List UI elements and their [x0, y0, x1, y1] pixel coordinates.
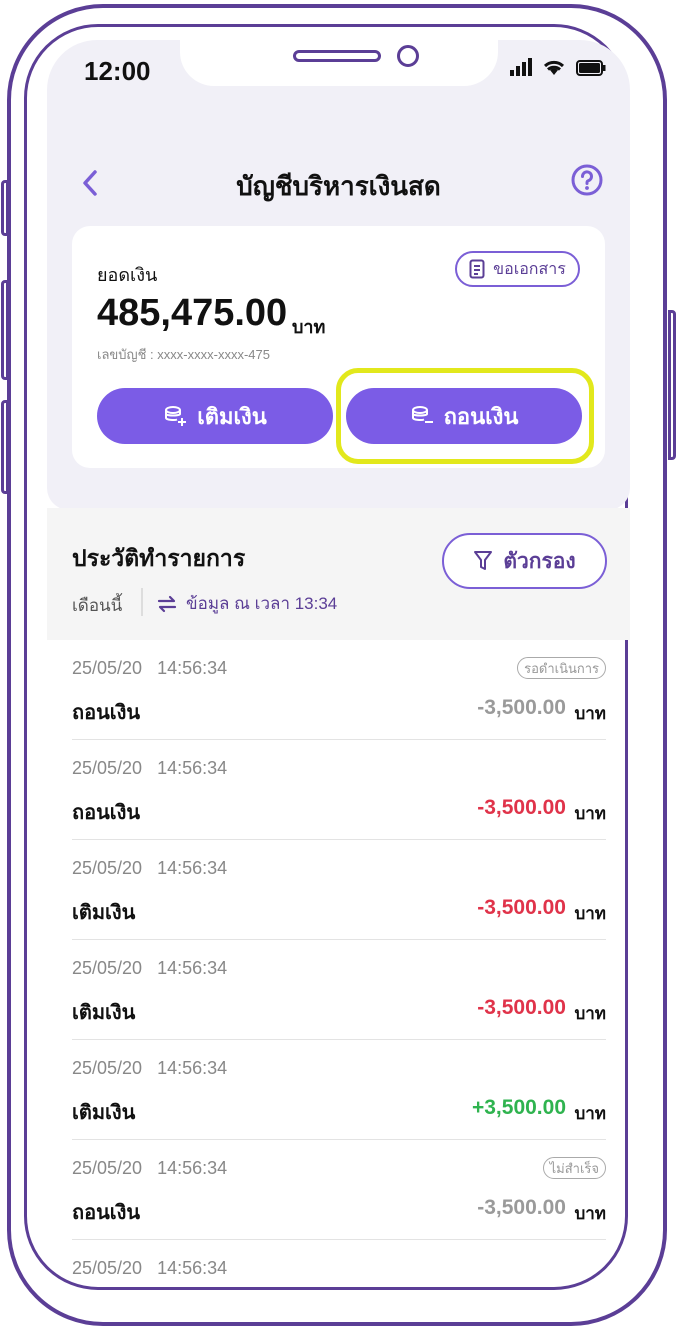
transaction-type: ถอนเงิน — [72, 702, 141, 724]
transaction-type: ถอนเงิน — [72, 1202, 141, 1224]
transaction-type: เติมเงิน — [72, 1002, 136, 1024]
transaction-date: 25/05/20 — [72, 858, 143, 878]
transaction-row[interactable]: 25/05/20 14:56:34 ถอนเงิน -3,500.00 บาท — [72, 740, 606, 840]
transaction-date: 25/05/20 — [72, 958, 143, 978]
transaction-amount: -3,500.00 — [477, 696, 566, 719]
transaction-row[interactable]: 25/05/20 14:56:34 เติมเงิน +3,500.00 บาท — [72, 1040, 606, 1140]
transaction-unit: บาท — [574, 1204, 606, 1223]
transaction-date: 25/05/20 — [72, 1158, 143, 1178]
topup-label: เติมเงิน — [197, 403, 267, 429]
status-badge: ไม่สำเร็จ — [542, 1157, 606, 1179]
transaction-time: 14:56:34 — [157, 658, 228, 678]
transaction-datetime: 25/05/20 14:56:34 — [72, 1258, 227, 1279]
balance-label: ยอดเงิน — [97, 265, 158, 285]
transaction-type: เติมเงิน — [72, 1102, 136, 1124]
transaction-unit: บาท — [574, 1104, 606, 1123]
status-time: 12:00 — [84, 56, 151, 86]
transaction-amount: -3,500.00 — [477, 996, 566, 1019]
battery-icon — [576, 60, 606, 76]
transaction-time: 14:56:34 — [157, 1158, 228, 1178]
transaction-time: 14:56:34 — [157, 758, 228, 778]
topup-button[interactable]: เติมเงิน — [97, 388, 333, 444]
filter-button[interactable]: ตัวกรอง — [442, 533, 607, 589]
transaction-row[interactable]: 25/05/20 14:56:34 รอดำเนินการ ถอนเงิน -3… — [72, 640, 606, 740]
transaction-date: 25/05/20 — [72, 1058, 143, 1078]
transaction-unit: บาท — [574, 904, 606, 923]
filter-icon — [474, 551, 493, 570]
transaction-datetime: 25/05/20 14:56:34 — [72, 658, 227, 679]
signal-icon — [510, 58, 532, 76]
transaction-datetime: 25/05/20 14:56:34 — [72, 958, 227, 979]
speaker — [293, 50, 381, 62]
transaction-amount: +3,500.00 — [471, 1096, 566, 1119]
transaction-unit: บาท — [574, 804, 606, 823]
divider — [141, 588, 143, 616]
transaction-type: ถอนเงิน — [72, 802, 141, 824]
transaction-row[interactable]: 25/05/20 14:56:34 — [72, 1240, 606, 1340]
transaction-date: 25/05/20 — [72, 1258, 143, 1278]
transaction-unit: บาท — [574, 1004, 606, 1023]
refresh-icon — [157, 595, 177, 612]
transaction-unit: บาท — [574, 704, 606, 723]
transaction-type: เติมเงิน — [72, 902, 136, 924]
request-document-button[interactable]: ขอเอกสาร — [455, 251, 580, 287]
transaction-row[interactable]: 25/05/20 14:56:34 เติมเงิน -3,500.00 บาท — [72, 940, 606, 1040]
refresh-info[interactable]: ข้อมูล ณ เวลา 13:34 — [156, 590, 337, 617]
wifi-icon — [543, 60, 565, 75]
request-document-label: ขอเอกสาร — [493, 260, 566, 278]
transaction-amount: -3,500.00 — [477, 896, 566, 919]
filter-label: ตัวกรอง — [503, 549, 576, 573]
status-badge: รอดำเนินการ — [517, 657, 606, 679]
transaction-time: 14:56:34 — [157, 958, 228, 978]
status-icons — [510, 58, 606, 76]
camera — [397, 45, 419, 67]
refresh-label: ข้อมูล ณ เวลา 13:34 — [186, 594, 338, 613]
topup-coins-icon — [165, 406, 187, 426]
transaction-amount: -3,500.00 — [477, 1196, 566, 1219]
transaction-amount: -3,500.00 — [477, 796, 566, 819]
transaction-time: 14:56:34 — [157, 1058, 228, 1078]
transaction-datetime: 25/05/20 14:56:34 — [72, 758, 227, 779]
document-icon — [469, 259, 485, 279]
transaction-datetime: 25/05/20 14:56:34 — [72, 858, 227, 879]
transaction-datetime: 25/05/20 14:56:34 — [72, 1158, 227, 1179]
transaction-date: 25/05/20 — [72, 658, 143, 678]
transaction-time: 14:56:34 — [157, 858, 228, 878]
screen-content: 12:00 บัญชีบริหารเงินสด ยอดเงิน ขอเอกสาร… — [0, 0, 677, 1334]
balance-unit: บาท — [292, 317, 326, 337]
transaction-date: 25/05/20 — [72, 758, 143, 778]
history-title: ประวัติทำรายการ — [72, 545, 246, 571]
help-icon[interactable] — [571, 164, 603, 196]
balance-amount: 485,475.00 — [97, 292, 288, 334]
transaction-row[interactable]: 25/05/20 14:56:34 ไม่สำเร็จ ถอนเงิน -3,5… — [72, 1140, 606, 1240]
withdraw-highlight — [336, 368, 594, 464]
history-month[interactable]: เดือนนี้ — [72, 592, 122, 619]
account-number: เลขบัญชี : xxxx-xxxx-xxxx-475 — [97, 347, 270, 362]
transaction-time: 14:56:34 — [157, 1258, 228, 1278]
transaction-datetime: 25/05/20 14:56:34 — [72, 1058, 227, 1079]
transaction-row[interactable]: 25/05/20 14:56:34 เติมเงิน -3,500.00 บาท — [72, 840, 606, 940]
